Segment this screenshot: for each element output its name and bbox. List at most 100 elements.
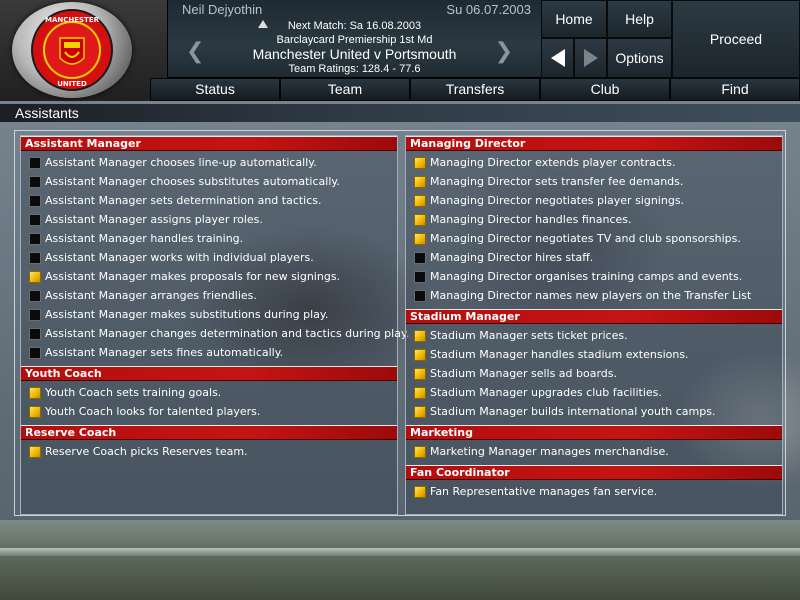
option-row[interactable]: Assistant Manager works with individual … — [21, 249, 397, 268]
section-header-youth-coach: Youth Coach — [21, 366, 397, 381]
option-row[interactable]: Managing Director handles finances. — [406, 211, 782, 230]
checkbox-unchecked[interactable] — [29, 328, 41, 340]
checkbox-unchecked[interactable] — [414, 252, 426, 264]
checkbox-checked[interactable] — [29, 406, 41, 418]
option-label: Managing Director negotiates player sign… — [430, 194, 685, 207]
option-row[interactable]: Assistant Manager arranges friendlies. — [21, 287, 397, 306]
home-button[interactable]: Home — [541, 0, 607, 38]
checkbox-checked[interactable] — [414, 233, 426, 245]
option-row[interactable]: Stadium Manager handles stadium extensio… — [406, 346, 782, 365]
option-row[interactable]: Managing Director hires staff. — [406, 249, 782, 268]
previous-match-arrow-icon[interactable]: ❮ — [186, 38, 204, 64]
option-label: Marketing Manager manages merchandise. — [430, 445, 669, 458]
checkbox-checked[interactable] — [414, 368, 426, 380]
header-bar: MANCHESTER UNITED Neil Dejyothin Su 06.0… — [0, 0, 800, 101]
back-button[interactable] — [541, 38, 574, 78]
checkbox-unchecked[interactable] — [414, 290, 426, 302]
checkbox-unchecked[interactable] — [29, 252, 41, 264]
option-row[interactable]: Managing Director organises training cam… — [406, 268, 782, 287]
option-row[interactable]: Assistant Manager assigns player roles. — [21, 211, 397, 230]
option-row[interactable]: Stadium Manager builds international you… — [406, 403, 782, 422]
checkbox-unchecked[interactable] — [29, 290, 41, 302]
checkbox-checked[interactable] — [414, 214, 426, 226]
section-title: Youth Coach — [25, 367, 102, 380]
option-row[interactable]: Assistant Manager makes proposals for ne… — [21, 268, 397, 287]
option-label: Managing Director negotiates TV and club… — [430, 232, 741, 245]
checkbox-unchecked[interactable] — [29, 214, 41, 226]
checkbox-checked[interactable] — [29, 271, 41, 283]
option-row[interactable]: Reserve Coach picks Reserves team. — [21, 443, 397, 462]
forward-button[interactable] — [574, 38, 607, 78]
option-row[interactable]: Managing Director negotiates player sign… — [406, 192, 782, 211]
option-label: Youth Coach looks for talented players. — [45, 405, 261, 418]
checkbox-checked[interactable] — [414, 387, 426, 399]
option-row[interactable]: Marketing Manager manages merchandise. — [406, 443, 782, 462]
page-title-bar: Assistants — [0, 104, 800, 122]
option-row[interactable]: Managing Director extends player contrac… — [406, 154, 782, 173]
option-label: Assistant Manager makes proposals for ne… — [45, 270, 341, 283]
checkbox-checked[interactable] — [414, 157, 426, 169]
checkbox-checked[interactable] — [414, 446, 426, 458]
option-row[interactable]: Stadium Manager upgrades club facilities… — [406, 384, 782, 403]
checkbox-checked[interactable] — [414, 176, 426, 188]
options-button[interactable]: Options — [607, 38, 672, 78]
proceed-button[interactable]: Proceed — [672, 0, 800, 78]
club-crest-logo[interactable]: MANCHESTER UNITED — [12, 2, 132, 98]
option-row[interactable]: Managing Director sets transfer fee dema… — [406, 173, 782, 192]
checkbox-unchecked[interactable] — [29, 233, 41, 245]
checkbox-checked[interactable] — [414, 349, 426, 361]
checkbox-unchecked[interactable] — [29, 157, 41, 169]
option-label: Stadium Manager handles stadium extensio… — [430, 348, 689, 361]
menu-tab-club[interactable]: Club — [540, 78, 670, 101]
checkbox-checked[interactable] — [414, 195, 426, 207]
option-label: Assistant Manager sets determination and… — [45, 194, 322, 207]
section-title: Assistant Manager — [25, 137, 141, 150]
option-row[interactable]: Fan Representative manages fan service. — [406, 483, 782, 502]
checkbox-unchecked[interactable] — [29, 309, 41, 321]
checkbox-checked[interactable] — [29, 387, 41, 399]
option-row[interactable]: Assistant Manager chooses line-up automa… — [21, 154, 397, 173]
option-label: Assistant Manager makes substitutions du… — [45, 308, 329, 321]
next-match-date: Next Match: Sa 16.08.2003 — [287, 20, 422, 32]
menu-tab-status[interactable]: Status — [150, 78, 280, 101]
pitch-line — [0, 548, 800, 556]
menu-tab-transfers[interactable]: Transfers — [410, 78, 540, 101]
menu-tab-team[interactable]: Team — [280, 78, 410, 101]
option-row[interactable]: Assistant Manager changes determination … — [21, 325, 409, 344]
option-label: Stadium Manager sets ticket prices. — [430, 329, 628, 342]
svg-text:MANCHESTER: MANCHESTER — [45, 16, 100, 24]
option-row[interactable]: Assistant Manager sets fines automatical… — [21, 344, 397, 363]
option-label: Assistant Manager sets fines automatical… — [45, 346, 284, 359]
option-label: Assistant Manager works with individual … — [45, 251, 314, 264]
option-label: Youth Coach sets training goals. — [45, 386, 222, 399]
option-row[interactable]: Assistant Manager handles training. — [21, 230, 397, 249]
checkbox-unchecked[interactable] — [414, 271, 426, 283]
checkbox-checked[interactable] — [414, 330, 426, 342]
checkbox-unchecked[interactable] — [29, 195, 41, 207]
club-logo-area: MANCHESTER UNITED — [0, 0, 168, 101]
option-label: Reserve Coach picks Reserves team. — [45, 445, 248, 458]
forward-arrow-icon — [583, 49, 598, 67]
menu-tab-find[interactable]: Find — [670, 78, 800, 101]
option-row[interactable]: Stadium Manager sells ad boards. — [406, 365, 782, 384]
option-row[interactable]: Youth Coach looks for talented players. — [21, 403, 397, 422]
option-row[interactable]: Assistant Manager makes substitutions du… — [21, 306, 397, 325]
next-match-arrow-icon[interactable]: ❯ — [495, 38, 513, 64]
checkbox-checked[interactable] — [414, 406, 426, 418]
next-match-panel: Neil Dejyothin Su 06.07.2003 Next Match:… — [168, 0, 541, 78]
checkbox-checked[interactable] — [414, 486, 426, 498]
section-title: Fan Coordinator — [410, 466, 510, 479]
help-button[interactable]: Help — [607, 0, 672, 38]
option-label: Assistant Manager chooses substitutes au… — [45, 175, 340, 188]
option-row[interactable]: Managing Director names new players on t… — [406, 287, 782, 306]
option-row[interactable]: Managing Director negotiates TV and club… — [406, 230, 782, 249]
option-row[interactable]: Assistant Manager chooses substitutes au… — [21, 173, 397, 192]
checkbox-unchecked[interactable] — [29, 176, 41, 188]
option-label: Managing Director names new players on t… — [430, 289, 752, 302]
option-row[interactable]: Youth Coach sets training goals. — [21, 384, 397, 403]
section-title: Stadium Manager — [410, 310, 520, 323]
option-row[interactable]: Stadium Manager sets ticket prices. — [406, 327, 782, 346]
option-row[interactable]: Assistant Manager sets determination and… — [21, 192, 397, 211]
checkbox-checked[interactable] — [29, 446, 41, 458]
checkbox-unchecked[interactable] — [29, 347, 41, 359]
